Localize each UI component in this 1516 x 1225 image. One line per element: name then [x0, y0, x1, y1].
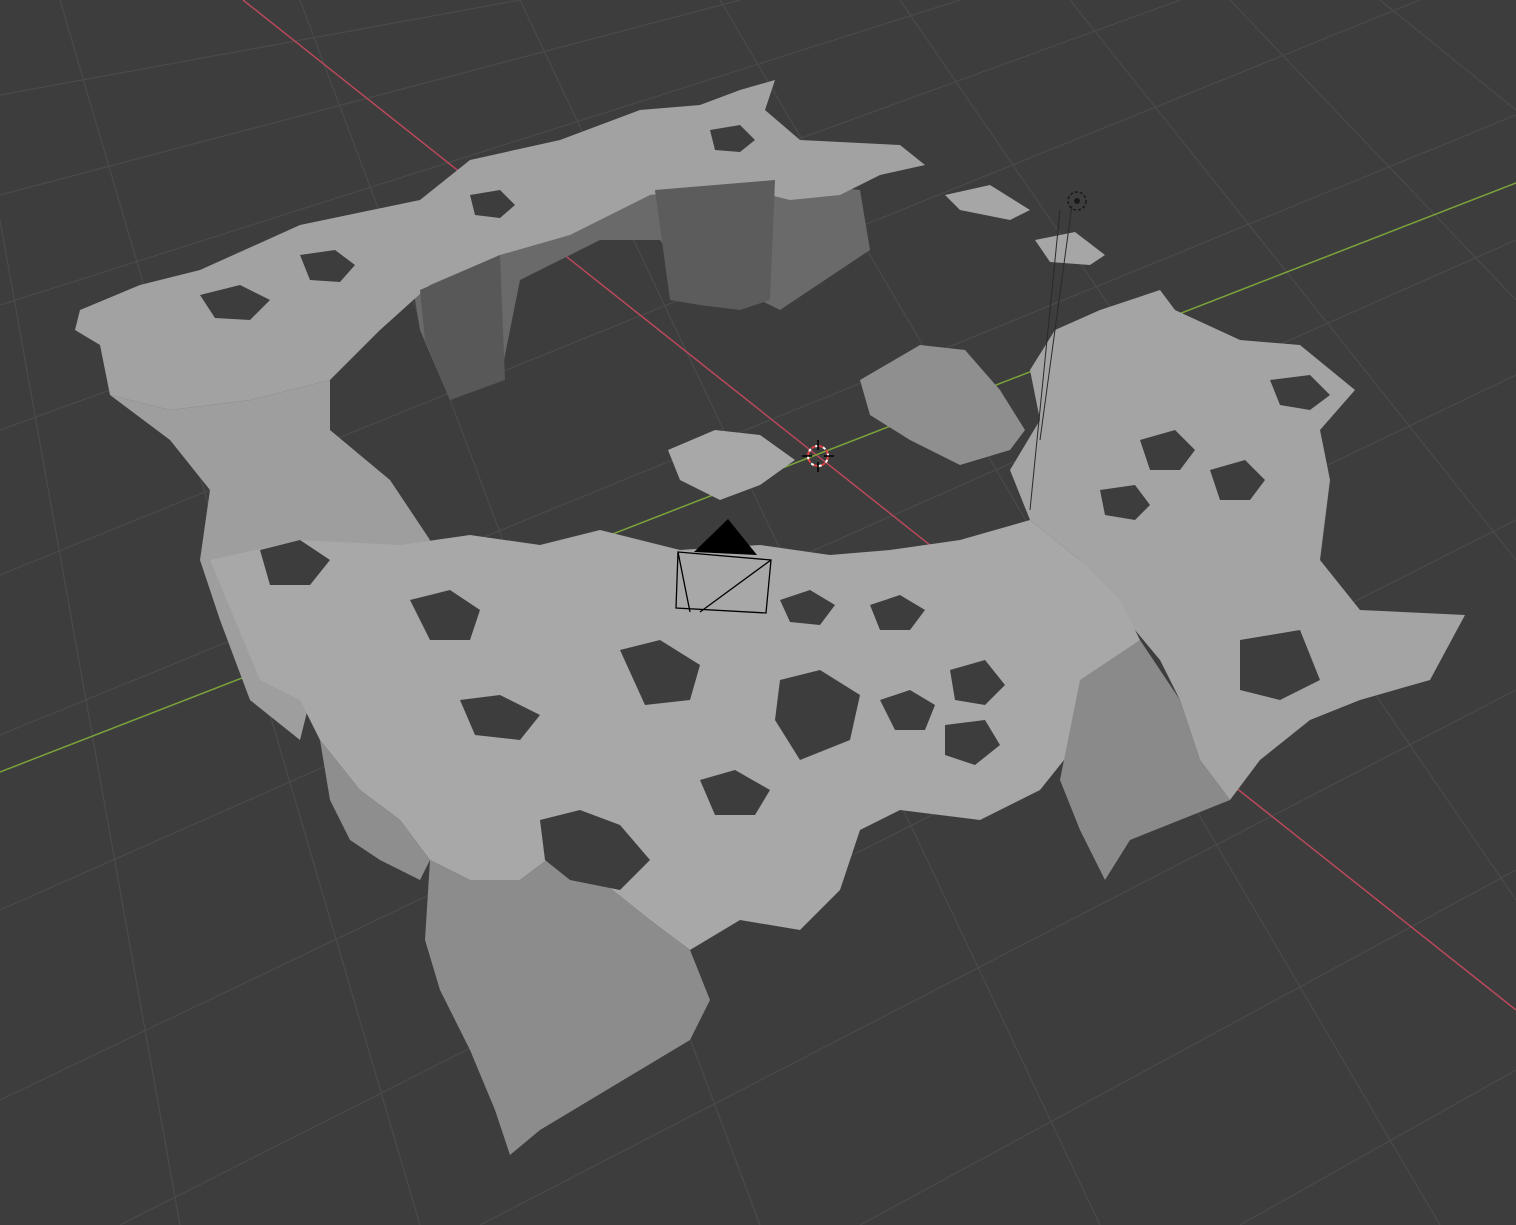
light-icon-center: [1074, 198, 1080, 204]
mesh-patch-2: [1035, 232, 1105, 265]
viewport-scene[interactable]: [0, 0, 1516, 1225]
scan-mesh[interactable]: [75, 80, 1465, 1155]
camera-up-triangle-icon: [694, 519, 757, 555]
mesh-pillar-center: [655, 180, 775, 310]
mesh-boulder: [860, 345, 1025, 465]
3d-viewport[interactable]: [0, 0, 1516, 1225]
mesh-patch-1: [945, 185, 1030, 220]
mesh-patch-3: [668, 430, 795, 500]
mesh-main-floor: [210, 520, 1140, 950]
